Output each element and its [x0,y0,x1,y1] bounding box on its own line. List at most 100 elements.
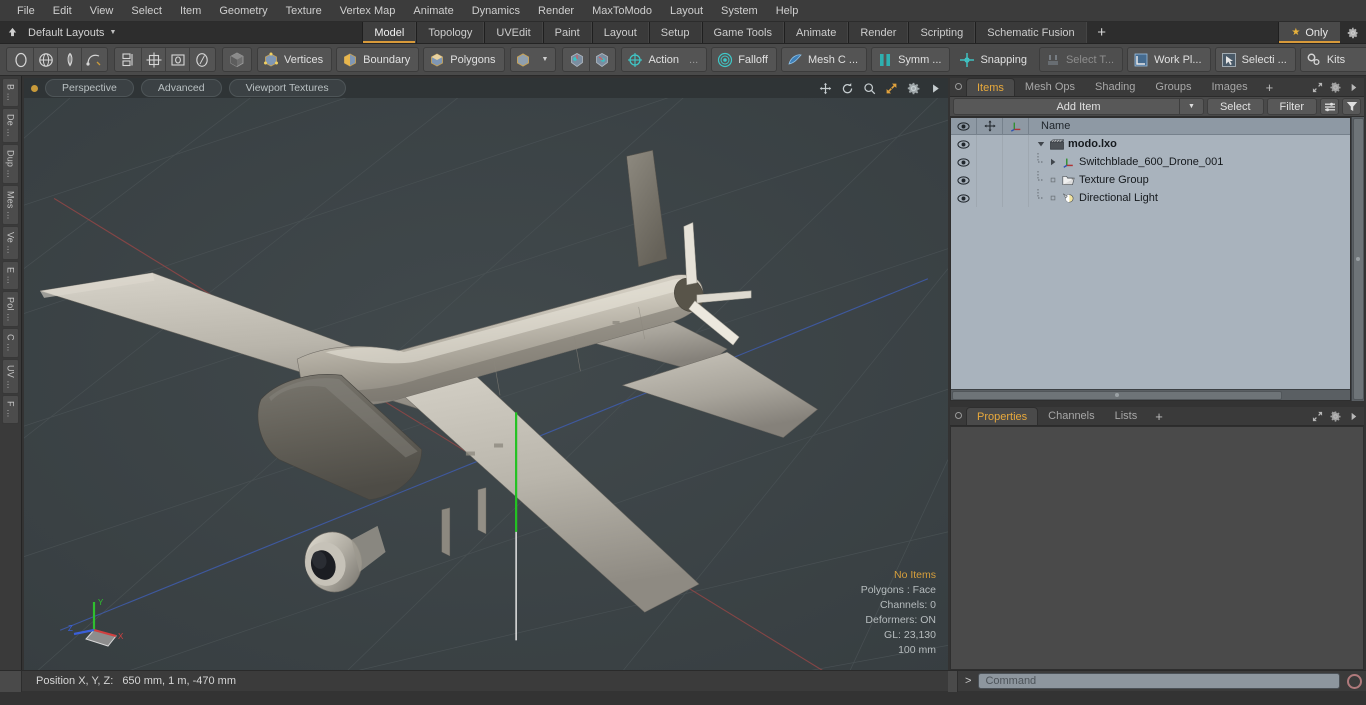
sidebar-tab-duplicate[interactable]: Dup ... [2,143,19,184]
viewport-state-dot[interactable] [31,84,38,92]
expand-panel-icon[interactable] [1312,82,1323,93]
cube-icon[interactable] [225,48,249,71]
viewport-gear-icon[interactable] [907,82,920,95]
select-button[interactable]: Select [1206,98,1264,115]
action-center-button[interactable]: Action ... [621,47,708,72]
tab-setup[interactable]: Setup [648,22,702,43]
tab-channels[interactable]: Channels [1038,407,1104,425]
tree-item-scene[interactable]: modo.lxo [1046,138,1117,150]
pivot-icon[interactable] [589,48,613,71]
tab-images[interactable]: Images [1202,78,1258,96]
menu-item-vertex-map[interactable]: Vertex Map [331,0,405,22]
globe-icon[interactable] [33,48,57,71]
menu-item-help[interactable]: Help [767,0,808,22]
symmetry-button[interactable]: Symm ... [871,47,951,72]
rotate-icon[interactable] [841,82,854,95]
add-properties-tab-button[interactable]: + [1147,407,1171,425]
tab-uvedit[interactable]: UVEdit [484,22,543,43]
row-transform-cell[interactable] [977,153,1003,171]
list-options-icon[interactable] [1320,98,1339,115]
menu-item-select[interactable]: Select [122,0,171,22]
sidebar-tab-fusion[interactable]: F ... [2,395,19,424]
table-row[interactable]: Texture Group [951,171,1350,189]
items-tree-hscrollbar[interactable] [951,389,1350,400]
tab-mesh-ops[interactable]: Mesh Ops [1015,78,1085,96]
row-transform-cell[interactable] [977,189,1003,207]
add-item-dropdown-arrow[interactable]: ▼ [1178,98,1203,115]
selection-button[interactable]: Selecti ... [1214,47,1296,72]
hscrollbar-thumb[interactable] [952,390,1282,400]
tree-item-drone[interactable]: Switchblade_600_Drone_001 [1058,156,1223,168]
items-panel-menu-icon[interactable] [1348,82,1359,93]
column-transform-icon[interactable] [977,117,1003,135]
viewport-play-icon[interactable] [929,82,942,95]
menu-item-item[interactable]: Item [171,0,210,22]
sidebar-tab-basic[interactable]: B ... [2,78,19,108]
sidebar-tab-edge[interactable]: E ... [2,260,19,290]
item-select-split-button[interactable]: ▼ [509,47,557,72]
add-item-button[interactable]: Add Item ▼ [953,98,1204,115]
falloff-button[interactable]: Falloff [711,47,777,72]
3d-viewport[interactable]: Y X Z No Items Polygons : Face Channels:… [24,98,948,670]
menu-item-texture[interactable]: Texture [277,0,331,22]
row-axis-cell[interactable] [1003,135,1029,153]
align-icon[interactable] [141,48,165,71]
kits-button[interactable]: Kits [1299,47,1366,72]
menu-item-system[interactable]: System [712,0,767,22]
items-tree[interactable]: Name modo.lxo Switchblade_600_Drone_001 … [950,117,1351,401]
layout-gear-icon[interactable] [1340,22,1366,43]
sidebar-tab-polygon[interactable]: Pol ... [2,290,19,328]
sidebar-tab-curve[interactable]: C ... [2,328,19,358]
column-axis-icon[interactable] [1003,117,1029,135]
menu-item-file[interactable]: File [8,0,44,22]
properties-panel-state-dot[interactable] [955,412,962,419]
properties-panel-menu-icon[interactable] [1348,411,1359,422]
tab-lists[interactable]: Lists [1105,407,1148,425]
items-panel-state-dot[interactable] [955,83,962,90]
menu-item-dynamics[interactable]: Dynamics [463,0,529,22]
sidebar-tab-mesh[interactable]: Mes ... [2,184,19,226]
menu-item-geometry[interactable]: Geometry [210,0,276,22]
menu-item-edit[interactable]: Edit [44,0,81,22]
center-icon[interactable] [165,48,189,71]
stack-icon[interactable] [117,48,141,71]
menu-item-maxtomodo[interactable]: MaxToModo [583,0,661,22]
polygons-mode-button[interactable]: Polygons [423,47,505,72]
sidebar-tab-vertex[interactable]: Ve ... [2,226,19,260]
properties-panel-body[interactable] [950,426,1364,670]
default-layouts-dropdown[interactable]: Default Layouts ▼ [24,22,126,43]
menu-item-animate[interactable]: Animate [404,0,462,22]
tab-paint[interactable]: Paint [542,22,592,43]
items-panel-gear-icon[interactable] [1330,82,1341,93]
add-items-tab-button[interactable]: + [1258,78,1282,96]
row-axis-cell[interactable] [1003,171,1029,189]
menu-item-render[interactable]: Render [529,0,583,22]
sidebar-tab-deform[interactable]: De ... [2,108,19,143]
disclosure-down-icon[interactable] [1035,140,1046,148]
filter-button[interactable]: Filter [1266,98,1317,115]
vertices-mode-button[interactable]: Vertices [257,47,333,72]
tab-game-tools[interactable]: Game Tools [701,22,784,43]
item-cube-icon[interactable] [511,48,535,71]
menu-item-layout[interactable]: Layout [661,0,712,22]
table-row[interactable]: Switchblade_600_Drone_001 [951,153,1350,171]
tab-items[interactable]: Items [966,78,1015,96]
tab-scripting[interactable]: Scripting [908,22,976,43]
tree-item-directional-light[interactable]: Directional Light [1058,192,1158,204]
expand-panel-icon[interactable] [1312,411,1323,422]
tab-topology[interactable]: Topology [416,22,485,43]
row-transform-cell[interactable] [977,135,1003,153]
home-layout-icon[interactable] [0,22,24,43]
tab-render[interactable]: Render [848,22,909,43]
tab-shading[interactable]: Shading [1085,78,1145,96]
row-visibility-eye-icon[interactable] [951,189,977,207]
viewport-textures-dropdown[interactable]: Viewport Textures [228,79,346,97]
tree-item-texture-group[interactable]: Texture Group [1058,174,1149,186]
command-bar-handle[interactable] [948,670,958,692]
fit-view-icon[interactable] [885,82,898,95]
column-visibility-eye-icon[interactable] [951,117,977,135]
disclosure-right-icon[interactable] [1047,158,1058,166]
tab-properties[interactable]: Properties [966,407,1039,425]
curve-icon[interactable] [81,48,105,71]
row-axis-cell[interactable] [1003,153,1029,171]
